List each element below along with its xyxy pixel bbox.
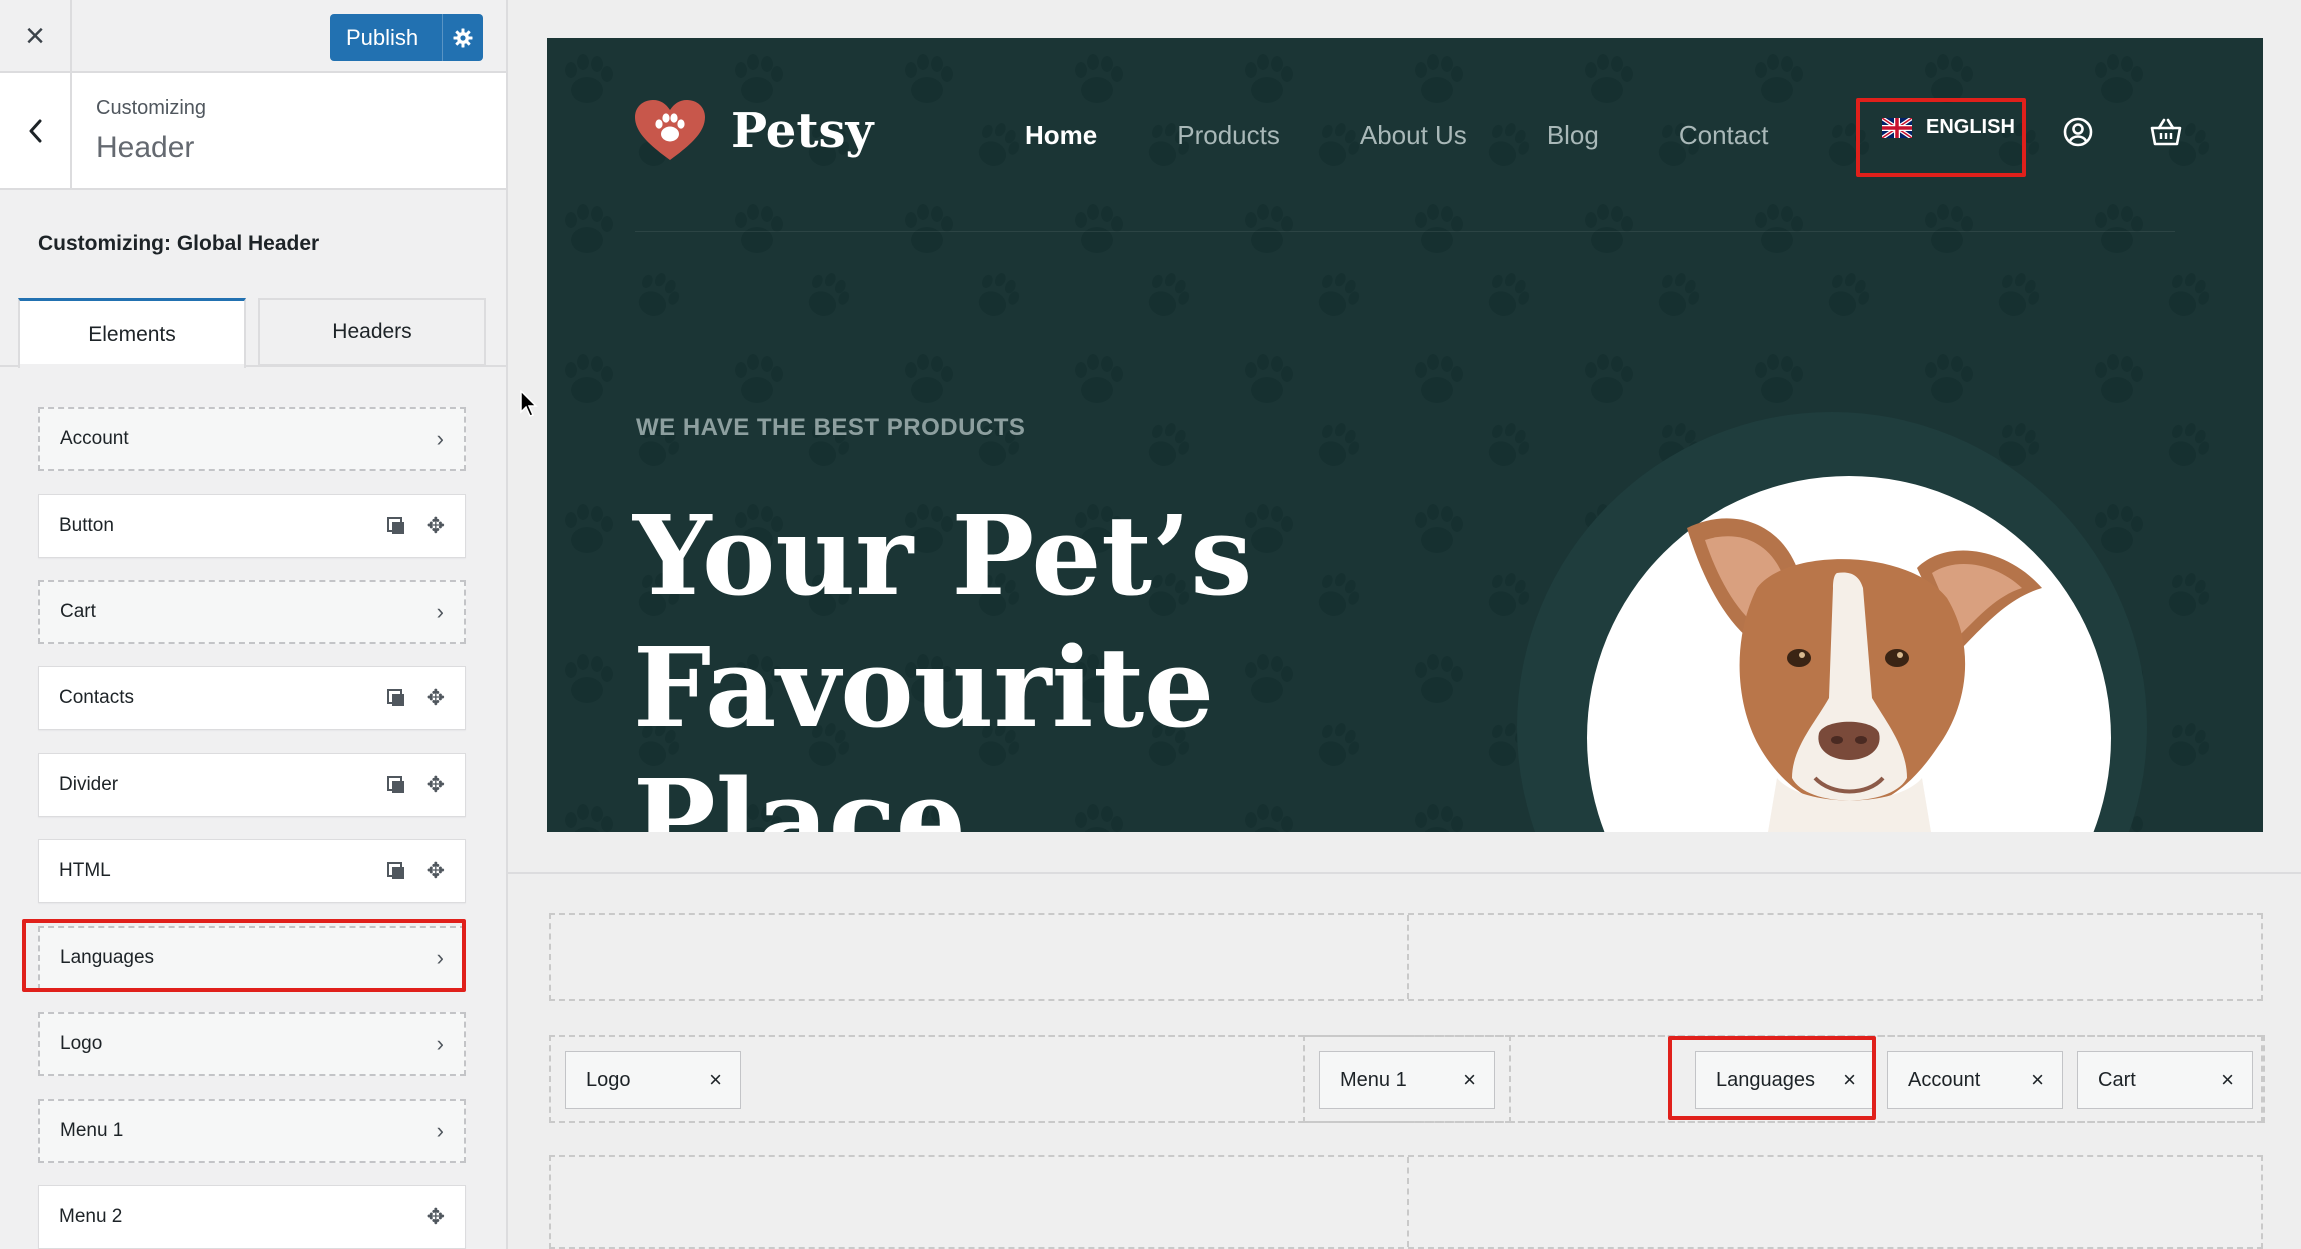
uk-flag-icon <box>1882 117 1912 138</box>
move-icon[interactable]: ✥ <box>427 515 445 537</box>
chevron-left-icon[interactable] <box>27 118 43 144</box>
element-label: Languages <box>60 947 155 968</box>
chip-label: Languages <box>1716 1068 1815 1091</box>
element-item-contacts[interactable]: Contacts ✥ <box>38 666 466 730</box>
chevron-right-icon[interactable]: › <box>437 599 444 625</box>
builder-bottom-row[interactable] <box>549 1155 2263 1249</box>
dog-illustration <box>1687 518 2042 832</box>
nav-item-home[interactable]: Home <box>1025 120 1097 151</box>
element-label: Logo <box>60 1033 103 1054</box>
chip-label: Logo <box>586 1068 631 1091</box>
site-logo[interactable]: Petsy <box>635 100 873 162</box>
close-icon[interactable]: × <box>709 1067 722 1093</box>
close-icon[interactable]: × <box>2221 1067 2234 1093</box>
close-icon[interactable]: × <box>1843 1067 1856 1093</box>
duplicate-icon[interactable] <box>386 862 405 880</box>
language-switcher[interactable]: ENGLISH <box>1882 116 2015 139</box>
section-heading: Customizing: Global Header <box>38 232 320 255</box>
chevron-right-icon[interactable]: › <box>437 426 444 452</box>
element-item-button[interactable]: Button ✥ <box>38 494 466 558</box>
close-icon[interactable]: × <box>1463 1067 1476 1093</box>
builder-main-row[interactable]: Logo × Menu 1 × Languages × Account × Ca… <box>549 1035 2265 1123</box>
duplicate-icon[interactable] <box>386 776 405 794</box>
chevron-right-icon[interactable]: › <box>437 1031 444 1057</box>
chip-label: Account <box>1908 1068 1981 1091</box>
element-item-logo[interactable]: Logo › <box>38 1012 466 1076</box>
move-icon[interactable]: ✥ <box>427 860 445 882</box>
chevron-right-icon[interactable]: › <box>437 1118 444 1144</box>
panel-title: Customizing Header <box>0 73 506 190</box>
panel-heading: Header <box>96 131 195 164</box>
publish-label[interactable]: Publish <box>330 25 442 51</box>
publish-button[interactable]: Publish <box>330 14 483 61</box>
element-item-menu-1[interactable]: Menu 1 › <box>38 1099 466 1163</box>
builder-chip-logo[interactable]: Logo × <box>565 1051 741 1109</box>
nav-item-blog[interactable]: Blog <box>1547 120 1599 151</box>
customizer-topbar: × Publish <box>0 0 506 73</box>
chip-label: Cart <box>2098 1068 2136 1091</box>
duplicate-icon[interactable] <box>386 517 405 535</box>
move-icon[interactable]: ✥ <box>427 687 445 709</box>
element-label: Cart <box>60 601 96 622</box>
builder-top-row[interactable] <box>549 913 2263 1001</box>
element-label: Divider <box>59 774 119 795</box>
builder-chip-menu-1[interactable]: Menu 1 × <box>1319 1051 1495 1109</box>
cart-basket-icon[interactable] <box>2150 118 2182 146</box>
mouse-cursor-icon <box>520 390 538 417</box>
language-label: ENGLISH <box>1926 116 2015 138</box>
element-item-languages[interactable]: Languages › <box>38 926 466 990</box>
builder-chip-languages[interactable]: Languages × <box>1695 1051 1875 1109</box>
move-icon[interactable]: ✥ <box>427 774 445 796</box>
header-divider <box>635 231 2175 232</box>
builder-chip-cart[interactable]: Cart × <box>2077 1051 2253 1109</box>
nav-item-about-us[interactable]: About Us <box>1360 120 1467 151</box>
customizer-sidebar: × Publish Customizing Header Customizing… <box>0 0 508 1249</box>
element-item-menu-2[interactable]: Menu 2 ✥ <box>38 1185 466 1249</box>
tab-headers[interactable]: Headers <box>258 298 486 366</box>
nav-item-contact[interactable]: Contact <box>1679 120 1769 151</box>
element-item-cart[interactable]: Cart › <box>38 580 466 644</box>
element-label: Account <box>60 428 129 449</box>
tab-elements[interactable]: Elements <box>18 298 246 368</box>
site-name: Petsy <box>731 103 874 159</box>
element-label: HTML <box>59 860 111 881</box>
builder-chip-account[interactable]: Account × <box>1887 1051 2063 1109</box>
preview-divider <box>508 872 2301 874</box>
nav-item-products[interactable]: Products <box>1177 120 1280 151</box>
duplicate-icon[interactable] <box>386 689 405 707</box>
breadcrumb: Customizing <box>96 97 207 119</box>
element-item-html[interactable]: HTML ✥ <box>38 839 466 903</box>
close-icon[interactable]: × <box>2031 1067 2044 1093</box>
paw-heart-logo-icon <box>635 100 705 160</box>
element-label: Button <box>59 515 114 536</box>
close-customizer-button[interactable]: × <box>0 0 72 72</box>
hero-title: Your Pet’s Favourite Place <box>633 491 1253 832</box>
site-preview: Petsy Home Products About Us Blog Contac… <box>547 38 2263 832</box>
gear-icon[interactable] <box>442 14 483 61</box>
move-icon[interactable]: ✥ <box>427 1206 445 1228</box>
element-label: Menu 1 <box>60 1120 124 1141</box>
element-label: Contacts <box>59 687 134 708</box>
chevron-right-icon[interactable]: › <box>437 945 444 971</box>
account-icon[interactable] <box>2063 117 2093 147</box>
back-button[interactable] <box>0 73 72 188</box>
element-item-divider[interactable]: Divider ✥ <box>38 753 466 817</box>
element-label: Menu 2 <box>59 1206 123 1227</box>
element-item-account[interactable]: Account › <box>38 407 466 471</box>
site-nav: Home Products About Us Blog Contact <box>1025 120 1768 151</box>
chip-label: Menu 1 <box>1340 1068 1407 1091</box>
hero-tagline: WE HAVE THE BEST PRODUCTS <box>636 414 1026 441</box>
